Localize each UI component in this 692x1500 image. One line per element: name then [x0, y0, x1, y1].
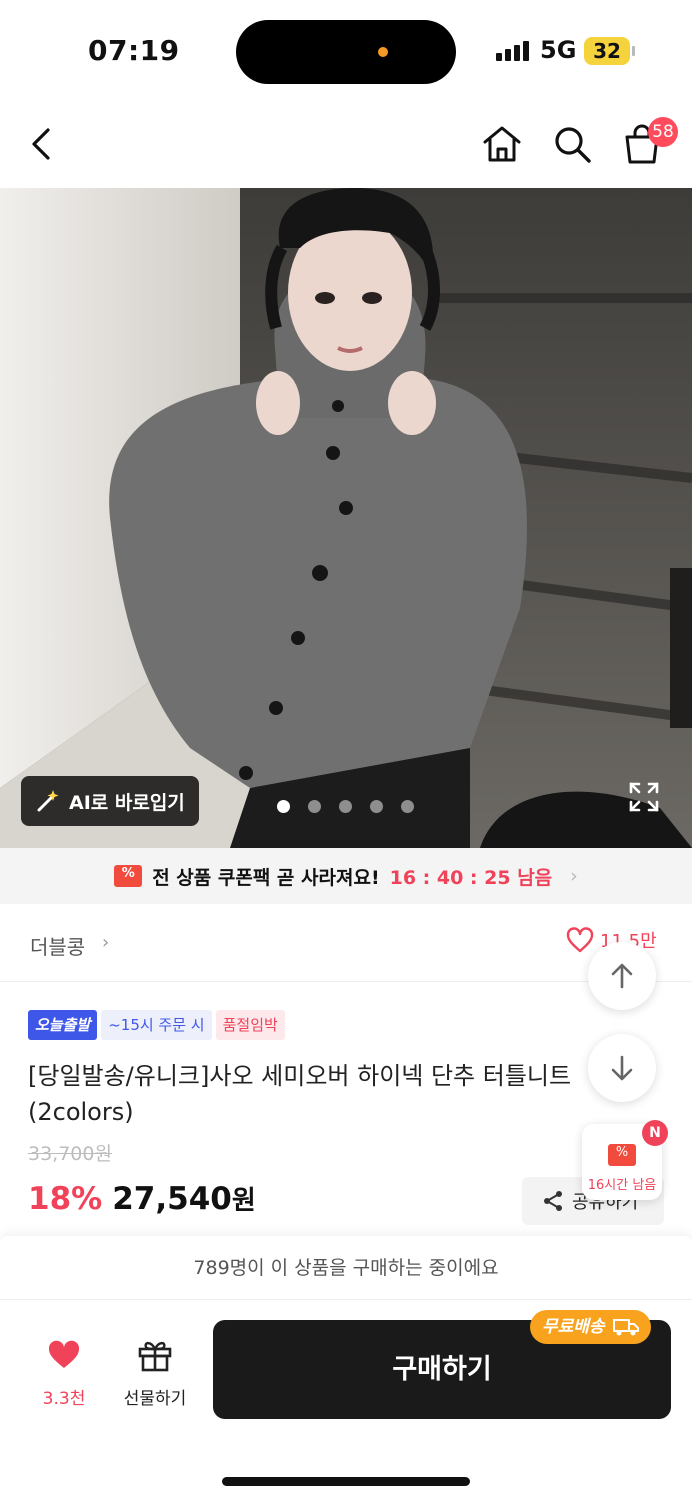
battery-icon: 32 [584, 37, 630, 65]
home-indicator[interactable] [222, 1477, 470, 1486]
coupon-icon [608, 1144, 636, 1166]
free-shipping-badge: 무료배송 [530, 1310, 651, 1344]
privacy-indicator-icon [378, 47, 388, 57]
tag-low-stock: 품절임박 [215, 1010, 285, 1040]
wishlist-count: 3.3천 [42, 1389, 86, 1409]
magic-wand-icon [37, 790, 59, 812]
back-icon[interactable] [20, 122, 64, 166]
product-title: [당일발송/유니크]사오 세미오버 하이넥 단추 터틀니트 (2colors) [28, 1062, 572, 1126]
product-image[interactable] [0, 188, 692, 848]
new-badge: N [642, 1120, 668, 1146]
gift-label: 선물하기 [123, 1389, 187, 1409]
buyers-count-text: 789명이 이 상품을 구매하는 중이에요 [0, 1236, 692, 1300]
battery-cap [632, 46, 635, 56]
tag-order-deadline: ~15시 주문 시 [101, 1010, 212, 1040]
arrow-up-icon [611, 963, 633, 989]
heart-outline-icon [566, 927, 594, 953]
coupon-countdown: 16 : 40 : 25 남음 [389, 866, 553, 889]
tag-today-ship: 오늘출발 [28, 1010, 98, 1040]
price-unit: 원 [231, 1186, 256, 1216]
ai-try-on-button[interactable]: AI로 바로입기 [21, 776, 199, 826]
product-tags: 오늘출발 ~15시 주문 시 품절임박 [28, 1010, 285, 1040]
sale-price-wrap: 27,540원 [112, 1180, 256, 1217]
search-icon[interactable] [550, 122, 594, 166]
original-price: 33,700원 [28, 1143, 112, 1165]
gallery-pagination [277, 800, 414, 813]
coupon-icon [114, 865, 143, 887]
chevron-right-icon: › [102, 932, 110, 953]
heart-filled-icon [48, 1340, 80, 1368]
gallery-dot[interactable] [277, 800, 290, 813]
ai-try-on-label: AI로 바로입기 [69, 791, 185, 814]
signal-icon [496, 41, 529, 61]
product-photo [0, 188, 692, 848]
discount-rate: 18% [28, 1181, 103, 1217]
scroll-up-button[interactable] [588, 942, 656, 1010]
arrow-down-icon [611, 1055, 633, 1081]
gallery-dot[interactable] [339, 800, 352, 813]
truck-icon [612, 1319, 639, 1336]
top-nav [0, 100, 692, 188]
network-type: 5G [540, 36, 577, 64]
status-time: 07:19 [88, 34, 180, 67]
gallery-dot[interactable] [308, 800, 321, 813]
sale-price: 27,540 [112, 1181, 232, 1217]
gift-button[interactable]: 선물하기 [110, 1338, 200, 1409]
status-bar: 07:19 5G 32 [0, 0, 692, 100]
wishlist-button[interactable]: 3.3천 [24, 1340, 104, 1409]
gallery-dot[interactable] [370, 800, 383, 813]
cart-count-badge: 58 [648, 117, 678, 147]
sale-price-row: 18% 27,540원 [28, 1180, 256, 1217]
free-shipping-label: 무료배송 [542, 1317, 605, 1337]
coupon-banner[interactable]: 전 상품 쿠폰팩 곧 사라져요! 16 : 40 : 25 남음 › [0, 848, 692, 904]
brand-name[interactable]: 더블콩 [30, 931, 85, 960]
home-icon[interactable] [480, 122, 524, 166]
dynamic-island [236, 20, 456, 84]
chevron-right-icon: › [570, 865, 578, 887]
coupon-banner-text: 전 상품 쿠폰팩 곧 사라져요! [152, 866, 380, 889]
share-icon [544, 1191, 562, 1211]
gallery-dot[interactable] [401, 800, 414, 813]
coupon-widget-text: 16시간 남음 [587, 1178, 657, 1193]
gift-icon [138, 1341, 172, 1372]
expand-icon[interactable] [628, 781, 660, 813]
